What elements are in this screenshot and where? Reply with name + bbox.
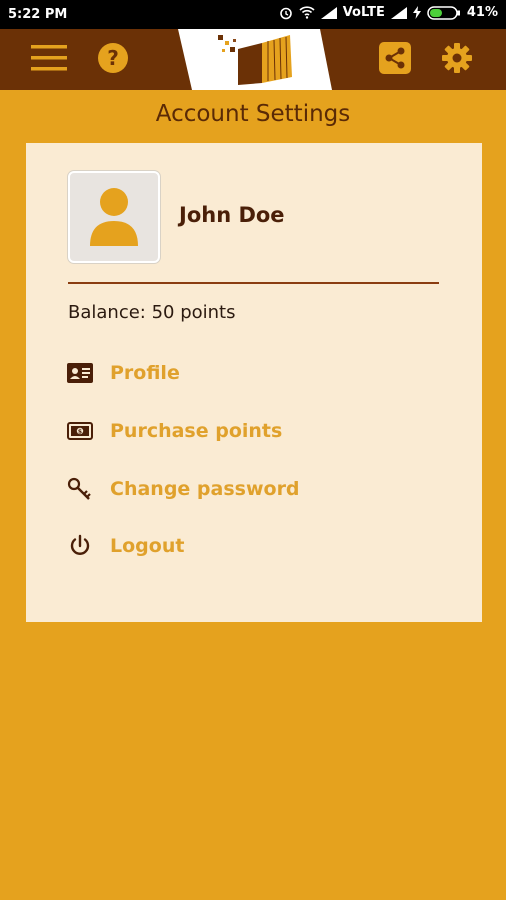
signal-icon-2	[390, 6, 407, 19]
help-icon: ?	[97, 42, 129, 78]
status-icons: VoLTE 41%	[279, 5, 498, 20]
divider	[68, 282, 439, 284]
page-title: Account Settings	[155, 101, 351, 127]
svg-text:$: $	[78, 429, 82, 436]
menu-label-logout: Logout	[110, 535, 185, 557]
share-button[interactable]	[376, 41, 414, 79]
avatar[interactable]	[68, 171, 160, 263]
menu-item-purchase-points[interactable]: $ Purchase points	[66, 414, 282, 448]
network-type: VoLTE	[342, 5, 385, 20]
menu-button[interactable]	[30, 41, 68, 79]
user-name: John Doe	[179, 203, 285, 227]
wifi-icon	[299, 6, 315, 19]
battery-icon	[427, 5, 461, 20]
account-card: John Doe Balance: 50 points Profile $ Pu…	[26, 143, 482, 622]
menu-item-change-password[interactable]: Change password	[66, 472, 300, 506]
menu-label-change-password: Change password	[110, 478, 300, 500]
battery-level: 41%	[466, 5, 498, 20]
menu-item-profile[interactable]: Profile	[66, 356, 180, 390]
share-icon	[379, 42, 411, 78]
charging-icon	[412, 6, 421, 19]
settings-button[interactable]	[438, 41, 476, 79]
status-time: 5:22 PM	[8, 7, 68, 22]
menu-label-purchase-points: Purchase points	[110, 420, 283, 442]
user-avatar-icon	[70, 188, 158, 265]
gear-icon	[441, 42, 473, 78]
power-icon	[66, 532, 94, 560]
help-button[interactable]: ?	[94, 41, 132, 79]
banknote-icon: $	[66, 417, 94, 445]
app-logo	[178, 29, 332, 90]
menu-label-profile: Profile	[110, 362, 180, 384]
menu-item-logout[interactable]: Logout	[66, 529, 184, 563]
menu-icon	[31, 44, 67, 76]
signal-icon	[320, 6, 337, 19]
key-icon	[66, 475, 94, 503]
svg-text:?: ?	[107, 46, 119, 70]
balance-text: Balance: 50 points	[68, 302, 236, 323]
id-card-icon	[66, 359, 94, 387]
status-bar: 5:22 PM VoLTE 41%	[0, 0, 506, 29]
alarm-icon	[279, 6, 293, 20]
